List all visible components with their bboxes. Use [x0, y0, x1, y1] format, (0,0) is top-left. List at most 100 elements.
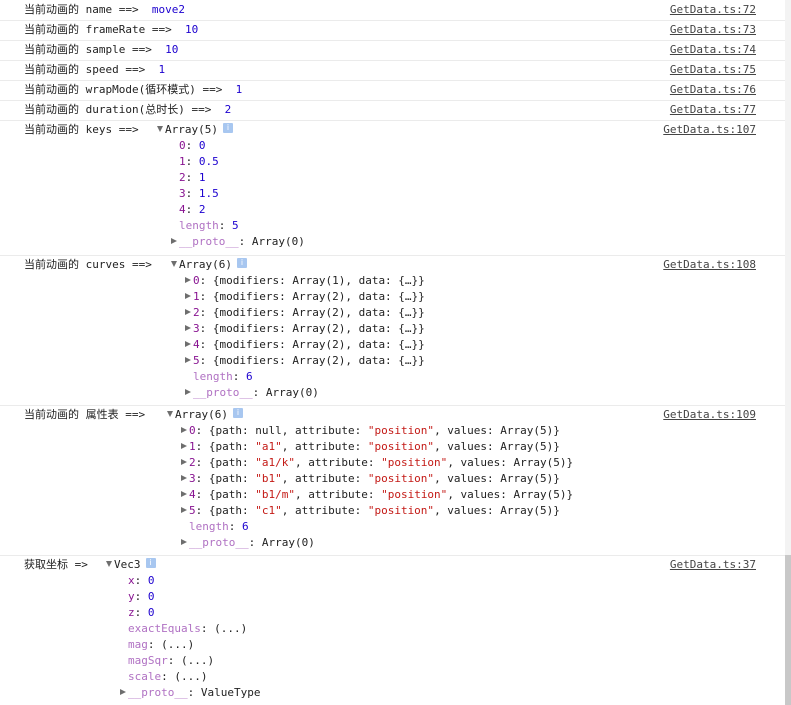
- vec-getter[interactable]: scale: (...): [128, 669, 208, 685]
- getter-key: scale: [128, 670, 162, 683]
- info-icon[interactable]: i: [236, 258, 247, 268]
- item-key: 3: [189, 472, 196, 485]
- info-icon[interactable]: i: [222, 123, 233, 133]
- collapsed-arrow-icon: [185, 341, 191, 347]
- getter-key: magSqr: [128, 654, 168, 667]
- log-value: 2: [224, 103, 232, 116]
- source-link[interactable]: GetData.ts:107: [663, 122, 756, 138]
- vec-field: z: 0: [128, 606, 155, 619]
- array-item[interactable]: 4: {modifiers: Array(2), data: {…}}: [185, 337, 425, 353]
- array-toggle[interactable]: Vec3 i: [106, 557, 156, 573]
- source-link[interactable]: GetData.ts:37: [670, 557, 756, 573]
- array-item[interactable]: 1: {modifiers: Array(2), data: {…}}: [185, 289, 425, 305]
- scrollbar-thumb[interactable]: [785, 555, 791, 705]
- log-message: 当前动画的 wrapMode(循环模式) ==> 1: [24, 82, 242, 98]
- collapsed-arrow-icon: [181, 475, 187, 481]
- item-key: 0: [179, 139, 186, 152]
- array-item[interactable]: 2: {path: "a1/k", attribute: "position",…: [181, 455, 573, 471]
- collapsed-arrow-icon: [185, 357, 191, 363]
- log-label: 当前动画的 duration(总时长) ==>: [24, 103, 212, 116]
- item-value: 0.5: [198, 155, 219, 168]
- item-value: {modifiers: Array(2), data: {…}}: [212, 306, 425, 319]
- collapsed-arrow-icon: [185, 309, 191, 315]
- vec-field: x: 0: [128, 574, 155, 587]
- proto-row[interactable]: __proto__: Array(0): [171, 234, 305, 250]
- collapsed-arrow-icon: [181, 539, 187, 545]
- item-key: 1: [193, 290, 200, 303]
- log-message: 当前动画的 name ==> move2: [24, 2, 185, 18]
- path-value: "a1": [255, 440, 282, 453]
- log-entry-coord: 获取坐标 => Vec3 i GetData.ts:37 x: 0 y: 0 z: 0 exa…: [0, 555, 785, 705]
- getter-value: (...): [181, 654, 215, 667]
- length-prop: length: 6: [193, 370, 253, 383]
- source-link[interactable]: GetData.ts:74: [670, 42, 756, 58]
- item-key: 3: [193, 322, 200, 335]
- item-key: 4: [189, 488, 196, 501]
- source-link[interactable]: GetData.ts:109: [663, 407, 756, 423]
- array-item[interactable]: 3: {path: "b1", attribute: "position", v…: [181, 471, 560, 487]
- scrollbar-track[interactable]: [785, 0, 791, 705]
- item-key: 0: [193, 274, 200, 287]
- log-entry: 当前动画的 duration(总时长) ==> 2 GetData.ts:77: [0, 100, 785, 121]
- path-value: "b1": [255, 472, 282, 485]
- field-value: 0: [147, 574, 155, 587]
- info-icon[interactable]: i: [145, 558, 156, 568]
- source-link[interactable]: GetData.ts:75: [670, 62, 756, 78]
- array-item[interactable]: 3: {modifiers: Array(2), data: {…}}: [185, 321, 425, 337]
- array-item[interactable]: 5: {modifiers: Array(2), data: {…}}: [185, 353, 425, 369]
- log-label-text: 获取坐标 =>: [24, 558, 88, 571]
- array-item[interactable]: 1: {path: "a1", attribute: "position", v…: [181, 439, 560, 455]
- item-value: {modifiers: Array(2), data: {…}}: [212, 322, 425, 335]
- item-value: 1: [198, 171, 206, 184]
- source-link[interactable]: GetData.ts:108: [663, 257, 756, 273]
- item-value: 1.5: [198, 187, 219, 200]
- length-prop: length: 6: [189, 520, 249, 533]
- collapsed-arrow-icon: [185, 293, 191, 299]
- array-type: Array(6): [175, 408, 228, 421]
- collapsed-arrow-icon: [181, 507, 187, 513]
- vec-getter[interactable]: mag: (...): [128, 637, 194, 653]
- source-link[interactable]: GetData.ts:73: [670, 22, 756, 38]
- source-link[interactable]: GetData.ts:76: [670, 82, 756, 98]
- source-link[interactable]: GetData.ts:77: [670, 102, 756, 118]
- collapsed-arrow-icon: [181, 427, 187, 433]
- collapsed-arrow-icon: [181, 443, 187, 449]
- item-value: {modifiers: Array(2), data: {…}}: [212, 338, 425, 351]
- field-value: 0: [147, 606, 155, 619]
- array-item[interactable]: 0: {path: null, attribute: "position", v…: [181, 423, 560, 439]
- array-item[interactable]: 2: {modifiers: Array(2), data: {…}}: [185, 305, 425, 321]
- log-label-text: 当前动画的 keys ==>: [24, 123, 139, 136]
- info-icon[interactable]: i: [232, 408, 243, 418]
- source-link[interactable]: GetData.ts:72: [670, 2, 756, 18]
- array-toggle[interactable]: Array(5) i: [157, 122, 233, 138]
- proto-row[interactable]: __proto__: ValueType: [120, 685, 260, 701]
- item-key: 4: [179, 203, 186, 216]
- array-type: Vec3: [114, 558, 141, 571]
- vec-getter[interactable]: exactEquals: (...): [128, 621, 247, 637]
- array-toggle[interactable]: Array(6) i: [171, 257, 247, 273]
- array-toggle[interactable]: Array(6) i: [167, 407, 243, 423]
- expanded-arrow-icon: [106, 561, 112, 567]
- item-value: 2: [198, 203, 206, 216]
- array-item: 4: 2: [179, 203, 206, 216]
- proto-row[interactable]: __proto__: Array(0): [181, 535, 315, 551]
- log-message: 当前动画的 sample ==> 10: [24, 42, 178, 58]
- getter-value: (...): [174, 670, 208, 683]
- proto-row[interactable]: __proto__: Array(0): [185, 385, 319, 401]
- item-value: 0: [198, 139, 206, 152]
- log-entry: 当前动画的 sample ==> 10 GetData.ts:74: [0, 40, 785, 61]
- array-item[interactable]: 5: {path: "c1", attribute: "position", v…: [181, 503, 560, 519]
- values-value: Array(5): [513, 456, 567, 469]
- log-entry: 当前动画的 frameRate ==> 10 GetData.ts:73: [0, 20, 785, 41]
- vec-getter[interactable]: magSqr: (...): [128, 653, 214, 669]
- array-type: Array(6): [179, 258, 232, 271]
- item-key: 2: [189, 456, 196, 469]
- log-label: 当前动画的 curves ==>: [24, 257, 152, 273]
- getter-value: (...): [161, 638, 195, 651]
- attribute-value: "position": [367, 424, 435, 437]
- path-value: null: [255, 424, 282, 437]
- array-item[interactable]: 0: {modifiers: Array(1), data: {…}}: [185, 273, 425, 289]
- item-value: {modifiers: Array(2), data: {…}}: [212, 290, 425, 303]
- field-value: 0: [147, 590, 155, 603]
- array-item[interactable]: 4: {path: "b1/m", attribute: "position",…: [181, 487, 573, 503]
